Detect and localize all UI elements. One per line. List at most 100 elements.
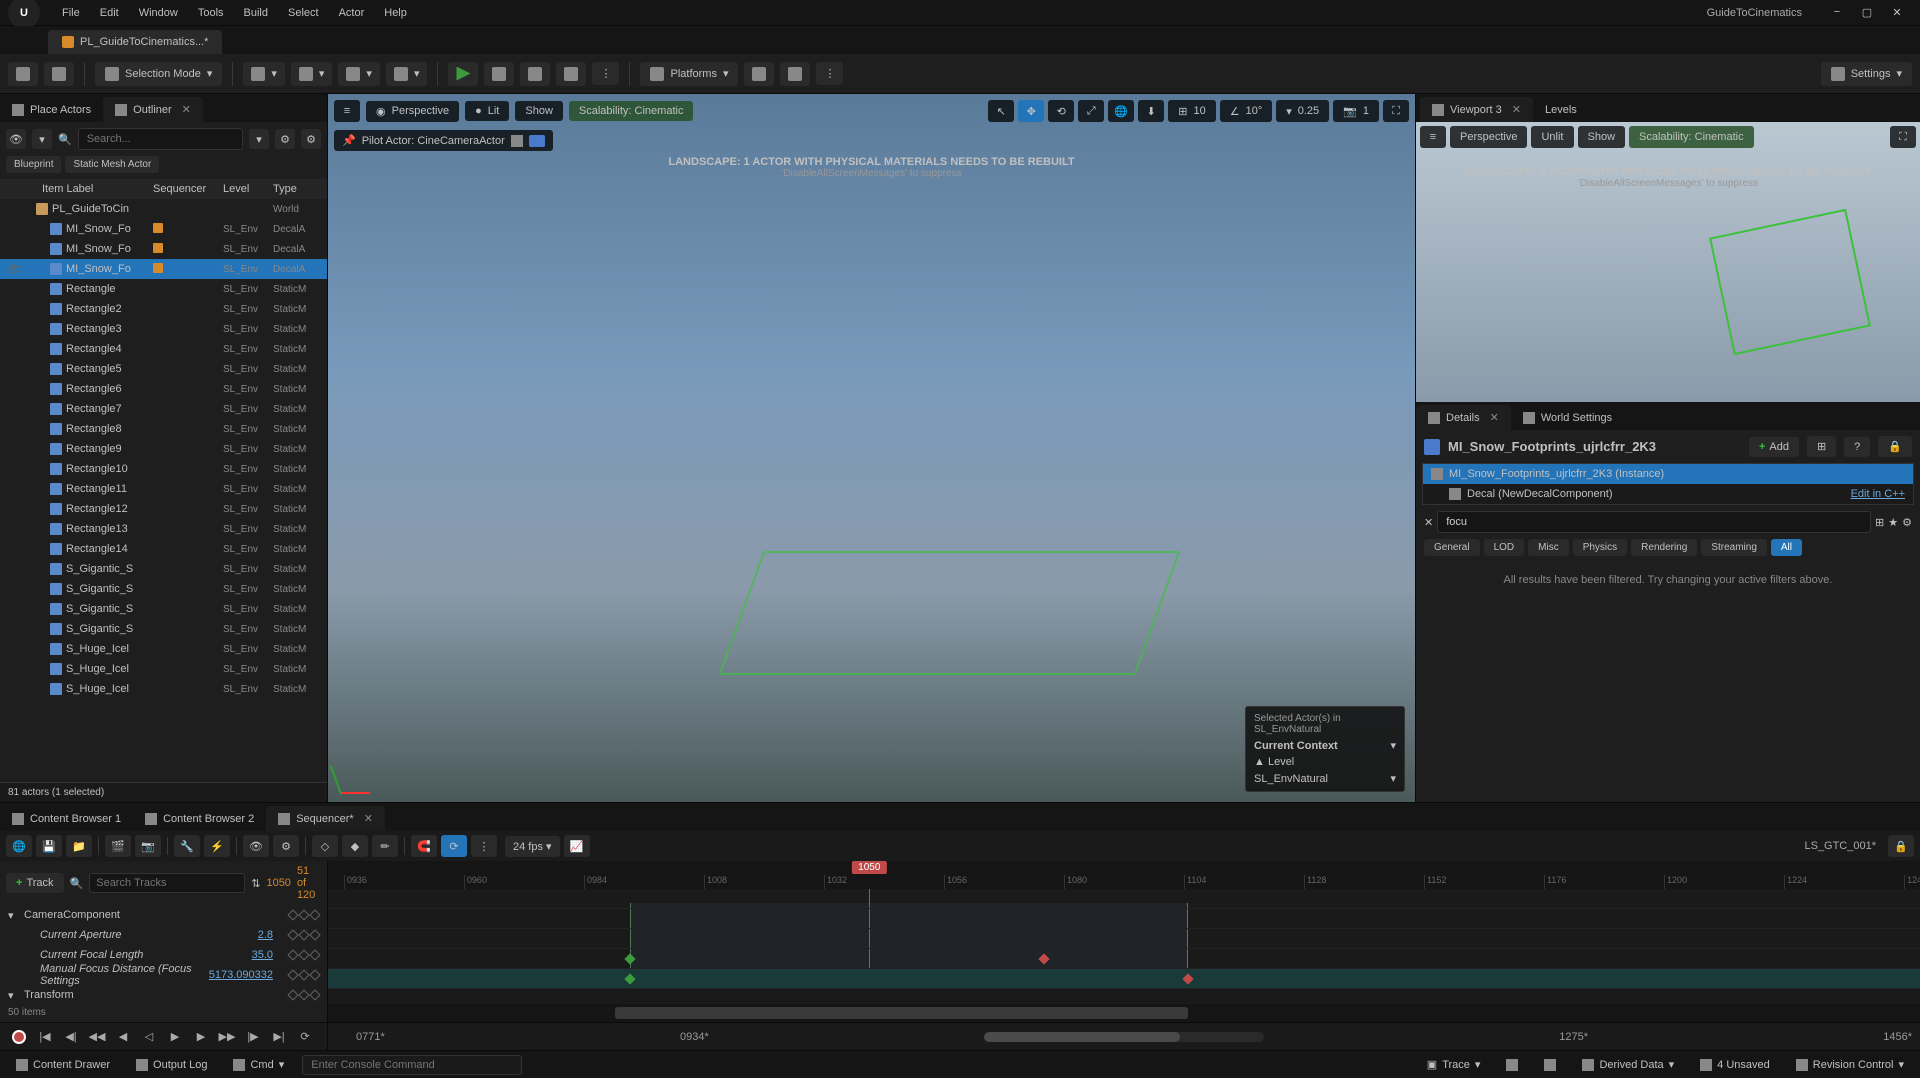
console-input[interactable] <box>302 1055 522 1075</box>
step-forward-key[interactable]: |▶ <box>242 1027 264 1047</box>
component-child[interactable]: Decal (NewDecalComponent)Edit in C++ <box>1423 484 1913 504</box>
tab-viewport3[interactable]: Viewport 3✕ <box>1420 97 1533 122</box>
rotation-snap[interactable]: ∠ 10° <box>1220 100 1273 122</box>
outliner-row[interactable]: Rectangle12SL_EnvStaticM <box>0 499 327 519</box>
outliner-row[interactable]: 👁MI_Snow_FoSL_EnvDecalA <box>0 259 327 279</box>
output-log-button[interactable]: Output Log <box>128 1056 215 1074</box>
config-button[interactable]: ⚙ <box>301 129 321 149</box>
seq-loop[interactable]: ⟳ <box>441 835 467 857</box>
mini-scalability[interactable]: Scalability: Cinematic <box>1629 126 1754 148</box>
cmd-dropdown[interactable]: Cmd▾ <box>225 1055 292 1074</box>
filter-icon[interactable]: ⇅ <box>251 877 260 890</box>
track-row[interactable]: Manual Focus Distance (Focus Settings517… <box>0 965 327 985</box>
next-key[interactable] <box>309 949 320 960</box>
step-back-key[interactable]: ◀| <box>60 1027 82 1047</box>
selection-mode-button[interactable]: Selection Mode▾ <box>95 62 222 86</box>
track-lane[interactable] <box>328 969 1920 989</box>
next-key[interactable] <box>309 989 320 1000</box>
close-icon[interactable]: ✕ <box>1512 103 1521 116</box>
seq-autokey[interactable]: ◆ <box>342 835 368 857</box>
filter-eye[interactable]: 👁 <box>6 129 26 149</box>
track-row[interactable]: Current Focal Length35.0 <box>0 945 327 965</box>
outliner-row[interactable]: S_Gigantic_SSL_EnvStaticM <box>0 599 327 619</box>
cinematics-button[interactable]: ▾ <box>338 62 380 86</box>
outliner-row[interactable]: Rectangle9SL_EnvStaticM <box>0 439 327 459</box>
next-key[interactable] <box>309 909 320 920</box>
menu-select[interactable]: Select <box>278 3 329 23</box>
category-physics[interactable]: Physics <box>1573 539 1627 556</box>
menu-tools[interactable]: Tools <box>188 3 234 23</box>
menu-file[interactable]: File <box>52 3 90 23</box>
outliner-row[interactable]: MI_Snow_FoSL_EnvDecalA <box>0 219 327 239</box>
next-key[interactable] <box>309 929 320 940</box>
context-dropdown[interactable]: ▾ <box>1390 739 1396 752</box>
track-value[interactable]: 5173.090332 <box>203 969 273 981</box>
outliner-row[interactable]: Rectangle10SL_EnvStaticM <box>0 459 327 479</box>
step-back[interactable]: ◀◀ <box>86 1027 108 1047</box>
play-options-button[interactable]: ⋮ <box>592 62 619 85</box>
chip-static-mesh[interactable]: Static Mesh Actor <box>65 156 159 173</box>
track-lane[interactable] <box>328 889 1920 909</box>
frame-forward[interactable]: ▶ <box>190 1027 212 1047</box>
revision-control-button[interactable]: Revision Control▾ <box>1788 1055 1912 1074</box>
derived-data-button[interactable]: Derived Data▾ <box>1574 1055 1682 1074</box>
unsaved-button[interactable]: 4 Unsaved <box>1692 1056 1778 1074</box>
menu-build[interactable]: Build <box>234 3 278 23</box>
time-ruler[interactable]: 1050 09360960098410081032105610801104112… <box>328 861 1920 889</box>
goto-start[interactable]: |◀ <box>34 1027 56 1047</box>
select-tool[interactable]: ↖ <box>988 100 1014 122</box>
play-forward[interactable]: ▶ <box>164 1027 186 1047</box>
loop-toggle[interactable]: ⟳ <box>294 1027 316 1047</box>
camera-icon[interactable] <box>529 135 545 147</box>
menu-help[interactable]: Help <box>374 3 417 23</box>
seq-playback[interactable]: ⚙ <box>273 835 299 857</box>
next-key[interactable] <box>309 969 320 980</box>
mini-perspective[interactable]: Perspective <box>1450 126 1527 148</box>
lit-dropdown[interactable]: ●Lit <box>465 101 509 121</box>
add-key[interactable] <box>287 949 298 960</box>
outliner-row[interactable]: MI_Snow_FoSL_EnvDecalA <box>0 239 327 259</box>
favorite-filter[interactable]: ★ <box>1888 516 1898 529</box>
level-select[interactable]: SL_EnvNatural <box>1254 773 1328 785</box>
prev-key[interactable] <box>298 929 309 940</box>
add-key[interactable] <box>287 969 298 980</box>
frame-back[interactable]: ◀ <box>112 1027 134 1047</box>
outliner-row[interactable]: Rectangle14SL_EnvStaticM <box>0 539 327 559</box>
seq-render[interactable]: 🎬 <box>105 835 131 857</box>
content-drawer-button[interactable]: Content Drawer <box>8 1056 118 1074</box>
stat-1[interactable] <box>1498 1056 1526 1074</box>
outliner-row[interactable]: Rectangle2SL_EnvStaticM <box>0 299 327 319</box>
goto-end[interactable]: ▶| <box>268 1027 290 1047</box>
outliner-row[interactable]: Rectangle6SL_EnvStaticM <box>0 379 327 399</box>
prev-key[interactable] <box>298 989 309 1000</box>
outliner-row[interactable]: Rectangle7SL_EnvStaticM <box>0 399 327 419</box>
play-button[interactable] <box>448 62 478 86</box>
show-dropdown[interactable]: Show <box>515 101 563 121</box>
browse-button[interactable] <box>44 62 74 86</box>
category-general[interactable]: General <box>1424 539 1480 556</box>
tab-cb2[interactable]: Content Browser 2 <box>133 807 266 831</box>
blueprints-button[interactable]: ▾ <box>291 62 333 86</box>
eject-button[interactable] <box>556 62 586 86</box>
seq-options[interactable]: 🔧 <box>174 835 200 857</box>
outliner-row[interactable]: Rectangle8SL_EnvStaticM <box>0 419 327 439</box>
mini-lit[interactable]: Unlit <box>1531 126 1573 148</box>
search-input[interactable] <box>78 128 243 150</box>
outliner-row[interactable]: S_Gigantic_SSL_EnvStaticM <box>0 559 327 579</box>
seq-lock[interactable]: 🔒 <box>1888 835 1914 857</box>
track-lane[interactable] <box>328 929 1920 949</box>
scale-snap[interactable]: ▾ 0.25 <box>1276 100 1329 122</box>
main-viewport[interactable]: ≡ ◉Perspective ●Lit Show Scalability: Ci… <box>328 94 1415 802</box>
stat-2[interactable] <box>1536 1056 1564 1074</box>
visibility-toggle[interactable]: 👁 <box>6 263 22 276</box>
outliner-row[interactable]: S_Huge_IcelSL_EnvStaticM <box>0 679 327 699</box>
step-forward[interactable]: ▶▶ <box>216 1027 238 1047</box>
outliner-row[interactable]: Rectangle13SL_EnvStaticM <box>0 519 327 539</box>
details-search-input[interactable] <box>1437 511 1871 533</box>
category-streaming[interactable]: Streaming <box>1701 539 1767 556</box>
track-value[interactable]: 35.0 <box>203 949 273 961</box>
tab-outliner[interactable]: Outliner✕ <box>103 97 203 122</box>
add-content-button[interactable]: ▾ <box>243 62 285 86</box>
options-button[interactable]: ⚙ <box>275 129 295 149</box>
window-minimize[interactable]: − <box>1822 6 1852 19</box>
